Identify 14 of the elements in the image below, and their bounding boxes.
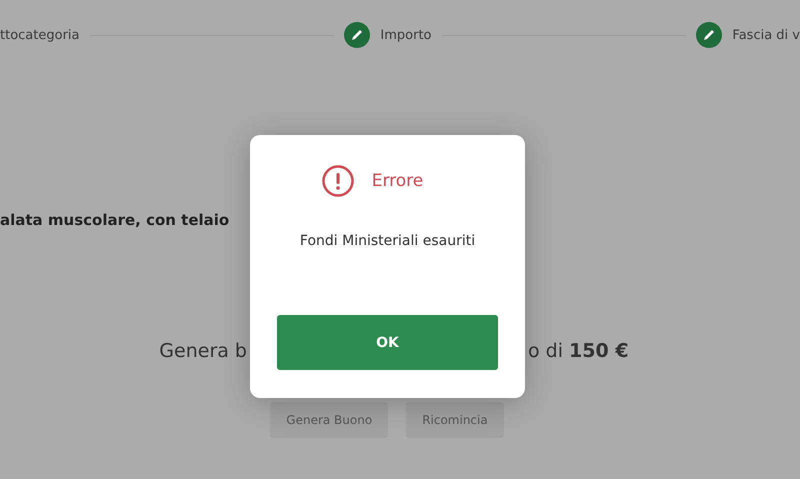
ok-button[interactable]: OK xyxy=(277,315,498,370)
summary-text: Genera b xyxy=(159,340,247,362)
step-label: Fascia di v xyxy=(732,28,800,42)
error-icon xyxy=(322,165,354,197)
product-description: alata muscolare, con telaio xyxy=(0,211,230,229)
edit-step-icon xyxy=(696,22,722,48)
dialog-message: Fondi Ministeriali esauriti xyxy=(300,233,476,249)
dialog-title: Errore xyxy=(372,171,424,191)
edit-step-icon xyxy=(344,22,370,48)
action-button[interactable]: Ricomincia xyxy=(406,402,504,438)
step-label: Importo xyxy=(380,28,432,42)
summary-text: o di 150 € xyxy=(528,340,629,362)
action-button[interactable]: Genera Buono xyxy=(270,402,388,438)
step-label: ttocategoria xyxy=(0,28,80,42)
